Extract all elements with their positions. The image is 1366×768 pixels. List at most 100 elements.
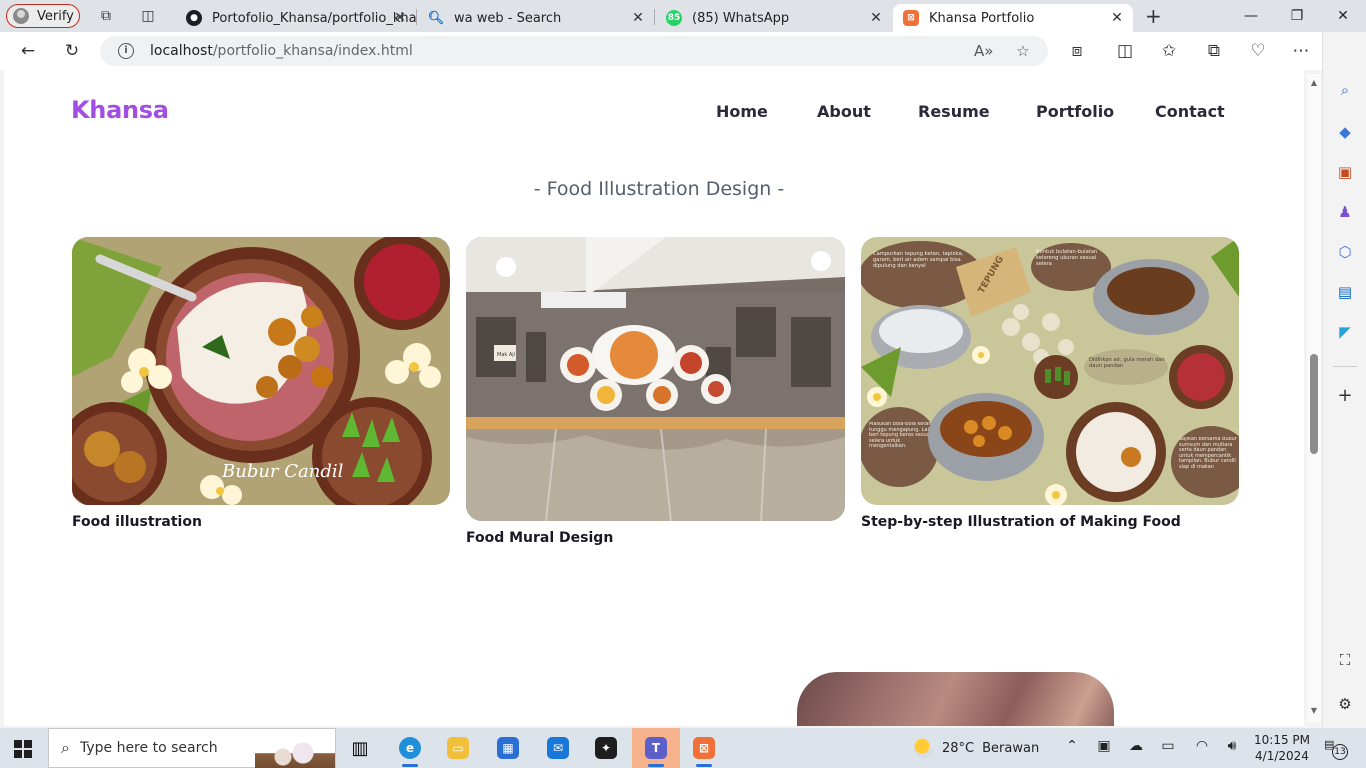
- site-info-icon[interactable]: i: [118, 43, 134, 59]
- xampp-icon: ⊠: [903, 10, 919, 26]
- battery-icon[interactable]: ▭: [1158, 738, 1178, 754]
- minimize-button[interactable]: —: [1228, 4, 1274, 28]
- tab-label: Portofolio_Khansa/portfolio_khan: [212, 10, 416, 26]
- step-by-step-artwork: Campurkan tepung ketan, tapioka, garam, …: [861, 237, 1239, 505]
- task-view-icon[interactable]: ▥: [336, 728, 384, 768]
- address-url: localhost/portfolio_khansa/index.html: [150, 43, 413, 59]
- scroll-up-icon[interactable]: ▲: [1309, 78, 1319, 87]
- vertical-tabs-icon[interactable]: ◫: [140, 8, 156, 24]
- address-bar[interactable]: i localhost/portfolio_khansa/index.html …: [100, 36, 1048, 66]
- next-section-image: [797, 672, 1114, 726]
- tab-label: wa web - Search: [454, 10, 562, 26]
- settings-gear-icon[interactable]: ⚙: [1335, 694, 1355, 714]
- teams-icon[interactable]: T: [632, 728, 680, 768]
- games-icon[interactable]: ♟: [1335, 202, 1355, 222]
- browser-tab-strip: Verify ⧉ ◫ ● Portofolio_Khansa/portfolio…: [0, 0, 1366, 32]
- tools-briefcase-icon[interactable]: ▣: [1335, 162, 1355, 182]
- close-tab-icon[interactable]: ✕: [868, 10, 884, 26]
- partly-cloudy-icon: [914, 738, 934, 758]
- scroll-down-icon[interactable]: ▼: [1309, 706, 1319, 715]
- notification-count: 13: [1332, 744, 1348, 760]
- nav-home[interactable]: Home: [716, 102, 768, 121]
- tab-whatsapp[interactable]: 85 (85) WhatsApp ✕: [656, 4, 892, 32]
- section-title: - Food Illustration Design -: [533, 178, 785, 200]
- read-aloud-icon[interactable]: A»: [974, 42, 993, 60]
- show-hidden-icons-chevron-up-icon[interactable]: ⌃: [1062, 738, 1082, 754]
- profile-button[interactable]: Verify: [6, 4, 80, 28]
- tab-separator: [654, 9, 655, 25]
- collections-icon[interactable]: ⧉: [1203, 40, 1225, 62]
- xampp-icon[interactable]: ⊠: [680, 728, 728, 768]
- search-icon: ⌕: [61, 738, 70, 757]
- favorite-star-icon[interactable]: ☆: [1014, 42, 1032, 60]
- close-window-button[interactable]: ✕: [1320, 4, 1366, 28]
- performance-icon[interactable]: ♡: [1247, 40, 1269, 62]
- profile-label: Verify: [37, 8, 74, 24]
- more-menu-icon[interactable]: ⋯: [1290, 40, 1312, 62]
- clock-date: 4/1/2024: [1255, 749, 1309, 763]
- sync-icon[interactable]: ☁: [1126, 738, 1146, 754]
- system-clock[interactable]: 10:15 PM 4/1/2024: [1254, 732, 1310, 764]
- new-tab-button[interactable]: +: [1145, 6, 1162, 26]
- add-sidebar-app-icon[interactable]: +: [1335, 386, 1355, 406]
- step-by-step-image[interactable]: Campurkan tepung ketan, tapioka, garam, …: [861, 237, 1239, 505]
- refresh-button[interactable]: ↻: [61, 40, 83, 62]
- close-tab-icon[interactable]: ✕: [392, 10, 408, 26]
- food-mural-photo: Mak Ají: [466, 237, 845, 521]
- taskbar-search-input[interactable]: ⌕ Type here to search: [48, 728, 336, 768]
- food-mural-image[interactable]: Mak Ají: [466, 237, 845, 521]
- microsoft-store-icon[interactable]: ▦: [484, 728, 532, 768]
- device-icon[interactable]: ▣: [1094, 738, 1114, 754]
- site-brand-logo[interactable]: Khansa: [71, 96, 169, 124]
- shopping-tag-icon[interactable]: ◆: [1335, 122, 1355, 142]
- tab-label: (85) WhatsApp: [692, 10, 790, 26]
- card-caption-food-illustration: Food illustration: [72, 514, 202, 530]
- scrollbar-thumb[interactable]: [1310, 354, 1318, 454]
- nav-contact[interactable]: Contact: [1155, 102, 1225, 121]
- nav-resume[interactable]: Resume: [918, 102, 990, 121]
- outlook-icon[interactable]: ▤: [1335, 282, 1355, 302]
- tab-khansa-portfolio[interactable]: ⊠ Khansa Portfolio ✕: [893, 4, 1133, 32]
- sidebar-divider: [1333, 366, 1357, 367]
- notification-center-icon[interactable]: ▤ 13: [1324, 738, 1348, 760]
- mail-icon[interactable]: ✉: [534, 728, 582, 768]
- start-windows-icon[interactable]: [14, 740, 32, 758]
- close-tab-icon[interactable]: ✕: [1109, 10, 1125, 26]
- screenshot-icon[interactable]: ⛶: [1335, 650, 1355, 670]
- card-caption-food-mural: Food Mural Design: [466, 530, 614, 546]
- wifi-icon[interactable]: ◠: [1192, 738, 1212, 754]
- browser-toolbar: ← ↻ i localhost/portfolio_khansa/index.h…: [0, 32, 1366, 70]
- microsoft-365-icon[interactable]: ⬡: [1335, 242, 1355, 262]
- nav-about[interactable]: About: [817, 102, 871, 121]
- close-tab-icon[interactable]: ✕: [630, 10, 646, 26]
- step-note-3: Didihkan air, gula merah dan daun pandan: [1089, 357, 1165, 369]
- drop-icon[interactable]: ◤: [1335, 322, 1355, 342]
- back-button[interactable]: ←: [17, 40, 39, 62]
- step-note-4: Masukan bola-bola ketan, tunggu mengapun…: [869, 422, 934, 450]
- file-explorer-icon[interactable]: ▭: [434, 728, 482, 768]
- step-note-5: Sajikan bersama bubur sumsum dan mutiara…: [1179, 437, 1237, 470]
- page-scrollbar[interactable]: ▲ ▼: [1307, 74, 1321, 722]
- weather-widget[interactable]: 28°C Berawan: [914, 738, 1039, 758]
- step-note-1: Campurkan tepung ketan, tapioka, garam, …: [873, 251, 964, 269]
- search-icon[interactable]: ⌕: [1335, 80, 1355, 100]
- workspaces-icon[interactable]: ⧉: [98, 8, 114, 24]
- food-illustration-image[interactable]: Bubur Candil: [72, 237, 450, 505]
- whatsapp-icon: 85: [666, 10, 682, 26]
- nav-portfolio[interactable]: Portfolio: [1036, 102, 1114, 121]
- volume-icon[interactable]: 🔊︎: [1222, 738, 1242, 754]
- page-viewport: Khansa Home About Resume Portfolio Conta…: [4, 70, 1304, 726]
- figma-icon[interactable]: ✦: [582, 728, 630, 768]
- restore-button[interactable]: ❐: [1274, 4, 1320, 28]
- split-screen-icon[interactable]: ◫: [1114, 40, 1136, 62]
- edge-browser-icon[interactable]: e: [386, 728, 434, 768]
- weather-condition: Berawan: [982, 740, 1040, 756]
- tab-bing-search[interactable]: 🔍︎ wa web - Search ✕: [418, 4, 654, 32]
- tab-github[interactable]: ● Portofolio_Khansa/portfolio_khan ✕: [176, 4, 416, 32]
- bubur-candil-artwork: Bubur Candil: [72, 237, 450, 505]
- search-highlight-garlic-icon: [255, 729, 335, 768]
- windows-taskbar: ⌕ Type here to search ▥ e ▭ ▦ ✉ ✦ T ⊠ 28…: [0, 728, 1366, 768]
- url-path: /portfolio_khansa/index.html: [212, 43, 413, 59]
- favorites-icon[interactable]: ✩: [1158, 40, 1180, 62]
- extensions-icon[interactable]: ⧈: [1066, 40, 1088, 62]
